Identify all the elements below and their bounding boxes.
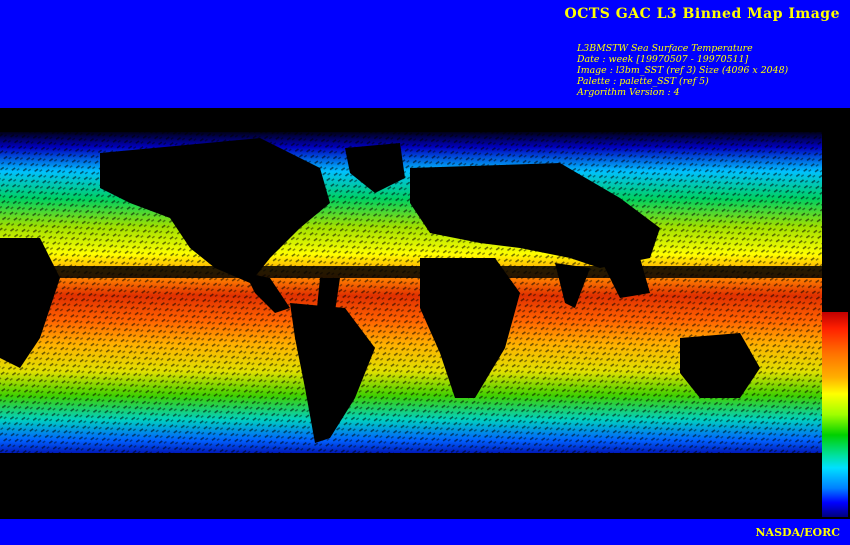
footer-banner: NASDA/EORC xyxy=(0,519,850,545)
map-title: OCTS GAC L3 Binned Map Image xyxy=(564,6,840,22)
meta-image: Image : l3bm_SST (ref 3) Size (4096 x 20… xyxy=(577,65,789,76)
world-sst-map xyxy=(0,108,850,519)
meta-product: L3BMSTW Sea Surface Temperature xyxy=(577,43,753,54)
header-banner: OCTS GAC L3 Binned Map Image L3BMSTW Sea… xyxy=(0,0,850,108)
metadata-block: L3BMSTW Sea Surface Temperature Date : w… xyxy=(577,43,788,98)
sst-map-graphic xyxy=(0,108,822,519)
equatorial-gap xyxy=(0,266,822,278)
credit-label: NASDA/EORC xyxy=(755,526,841,539)
south-polar xyxy=(0,453,822,519)
meta-algorithm: Argorithm Version : 4 xyxy=(577,87,680,98)
meta-palette: Palette : palette_SST (ref 5) xyxy=(577,76,709,87)
temperature-color-bar xyxy=(822,312,848,517)
north-polar xyxy=(0,108,822,132)
meta-date: Date : week [19970507 - 19970511] xyxy=(577,54,749,65)
sst-map-page: OCTS GAC L3 Binned Map Image L3BMSTW Sea… xyxy=(0,0,850,545)
